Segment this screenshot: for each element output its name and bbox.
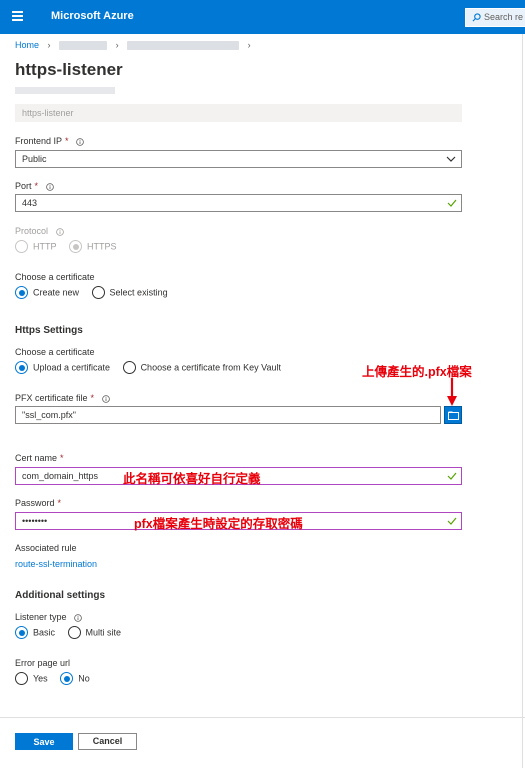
- radio-selected-icon: [15, 361, 28, 374]
- cert-name-value: com_domain_https: [22, 471, 99, 481]
- breadcrumb: Home › › ›: [15, 40, 257, 51]
- chevron-right-icon: ›: [47, 40, 51, 50]
- search-icon: [472, 13, 481, 22]
- page-subtitle-redacted: [15, 87, 115, 94]
- upload-certificate-option[interactable]: Upload a certificate: [15, 361, 110, 374]
- footer-divider: [0, 717, 525, 718]
- protocol-https-option: HTTPS: [69, 240, 117, 253]
- checkmark-icon: [447, 517, 457, 525]
- breadcrumb-home[interactable]: Home: [15, 40, 39, 50]
- radio-selected-icon: [15, 286, 28, 299]
- select-existing-option[interactable]: Select existing: [91, 286, 168, 299]
- port-value: 443: [22, 198, 38, 208]
- listener-type-label: Listener type: [15, 612, 82, 622]
- search-placeholder: Search re: [484, 12, 524, 22]
- annotation-password: pfx檔案產生時設定的存取密碼: [134, 517, 303, 531]
- cancel-button[interactable]: Cancel: [78, 733, 137, 750]
- error-page-no-option[interactable]: No: [60, 672, 90, 685]
- key-vault-option[interactable]: Choose a certificate from Key Vault: [122, 361, 281, 374]
- chevron-down-icon: [446, 156, 456, 162]
- info-icon[interactable]: [101, 394, 110, 403]
- info-icon[interactable]: [76, 137, 84, 146]
- breadcrumb-item-redacted[interactable]: [127, 41, 240, 51]
- radio-selected-icon: [69, 240, 83, 253]
- chevron-right-icon: ›: [115, 40, 119, 50]
- https-choose-certificate-label: Choose a certificate: [15, 347, 95, 357]
- info-icon[interactable]: [74, 613, 82, 622]
- app-title[interactable]: Microsoft Azure: [51, 10, 134, 22]
- breadcrumb-item-redacted[interactable]: [59, 41, 108, 51]
- radio-icon: [15, 240, 28, 253]
- save-button[interactable]: Save: [15, 733, 73, 750]
- radio-icon: [122, 361, 136, 374]
- associated-rule-label: Associated rule: [15, 543, 77, 553]
- error-page-radio-group: Yes No: [15, 672, 100, 685]
- password-label: Password *: [15, 498, 62, 508]
- info-icon[interactable]: [55, 227, 64, 236]
- arrow-down-icon: [447, 378, 457, 406]
- choose-certificate-label: Choose a certificate: [15, 272, 95, 282]
- protocol-label: Protocol: [15, 226, 64, 236]
- listener-basic-option[interactable]: Basic: [15, 626, 55, 639]
- menu-icon[interactable]: [12, 11, 23, 21]
- listener-multisite-option[interactable]: Multi site: [67, 626, 121, 639]
- frontend-ip-label: Frontend IP *: [15, 136, 84, 146]
- port-input[interactable]: 443: [15, 194, 462, 212]
- folder-icon: [448, 411, 459, 420]
- annotation-cert-name: 此名稱可依喜好自行定義: [123, 472, 261, 486]
- create-new-option[interactable]: Create new: [15, 286, 79, 299]
- password-value: ••••••••: [22, 516, 48, 526]
- radio-selected-icon: [15, 626, 28, 639]
- pfx-label: PFX certificate file *: [15, 393, 110, 403]
- frontend-ip-value: Public: [22, 154, 47, 164]
- cert-name-label: Cert name *: [15, 453, 64, 463]
- pfx-file-input[interactable]: "ssl_com.pfx": [15, 406, 441, 424]
- certificate-choice-radio-group: Create new Select existing: [15, 286, 178, 299]
- panel-divider: [522, 34, 523, 768]
- info-icon[interactable]: [45, 182, 54, 191]
- listener-name-field: https-listener: [15, 104, 462, 122]
- top-bar: Microsoft Azure Search re: [0, 0, 525, 34]
- https-settings-heading: Https Settings: [15, 325, 83, 336]
- search-input[interactable]: Search re: [465, 8, 525, 27]
- listener-type-radio-group: Basic Multi site: [15, 626, 131, 639]
- radio-selected-icon: [60, 672, 74, 685]
- checkmark-icon: [447, 199, 457, 207]
- error-page-yes-option[interactable]: Yes: [15, 672, 48, 685]
- page-title: https-listener: [15, 60, 123, 79]
- port-label: Port *: [15, 181, 54, 191]
- checkmark-icon: [447, 472, 457, 480]
- error-page-label: Error page url: [15, 658, 71, 668]
- browse-file-button[interactable]: [444, 406, 462, 424]
- chevron-right-icon: ›: [247, 40, 251, 50]
- radio-icon: [15, 672, 28, 685]
- listener-name-value: https-listener: [22, 108, 74, 118]
- protocol-http-option: HTTP: [15, 240, 57, 253]
- protocol-radio-group: HTTP HTTPS: [15, 240, 127, 253]
- pfx-file-value: "ssl_com.pfx": [22, 410, 76, 420]
- additional-settings-heading: Additional settings: [15, 590, 105, 601]
- upload-choice-radio-group: Upload a certificate Choose a certificat…: [15, 361, 291, 374]
- associated-rule-link[interactable]: route-ssl-termination: [15, 559, 97, 569]
- radio-icon: [91, 286, 105, 299]
- frontend-ip-dropdown[interactable]: Public: [15, 150, 462, 168]
- radio-icon: [67, 626, 81, 639]
